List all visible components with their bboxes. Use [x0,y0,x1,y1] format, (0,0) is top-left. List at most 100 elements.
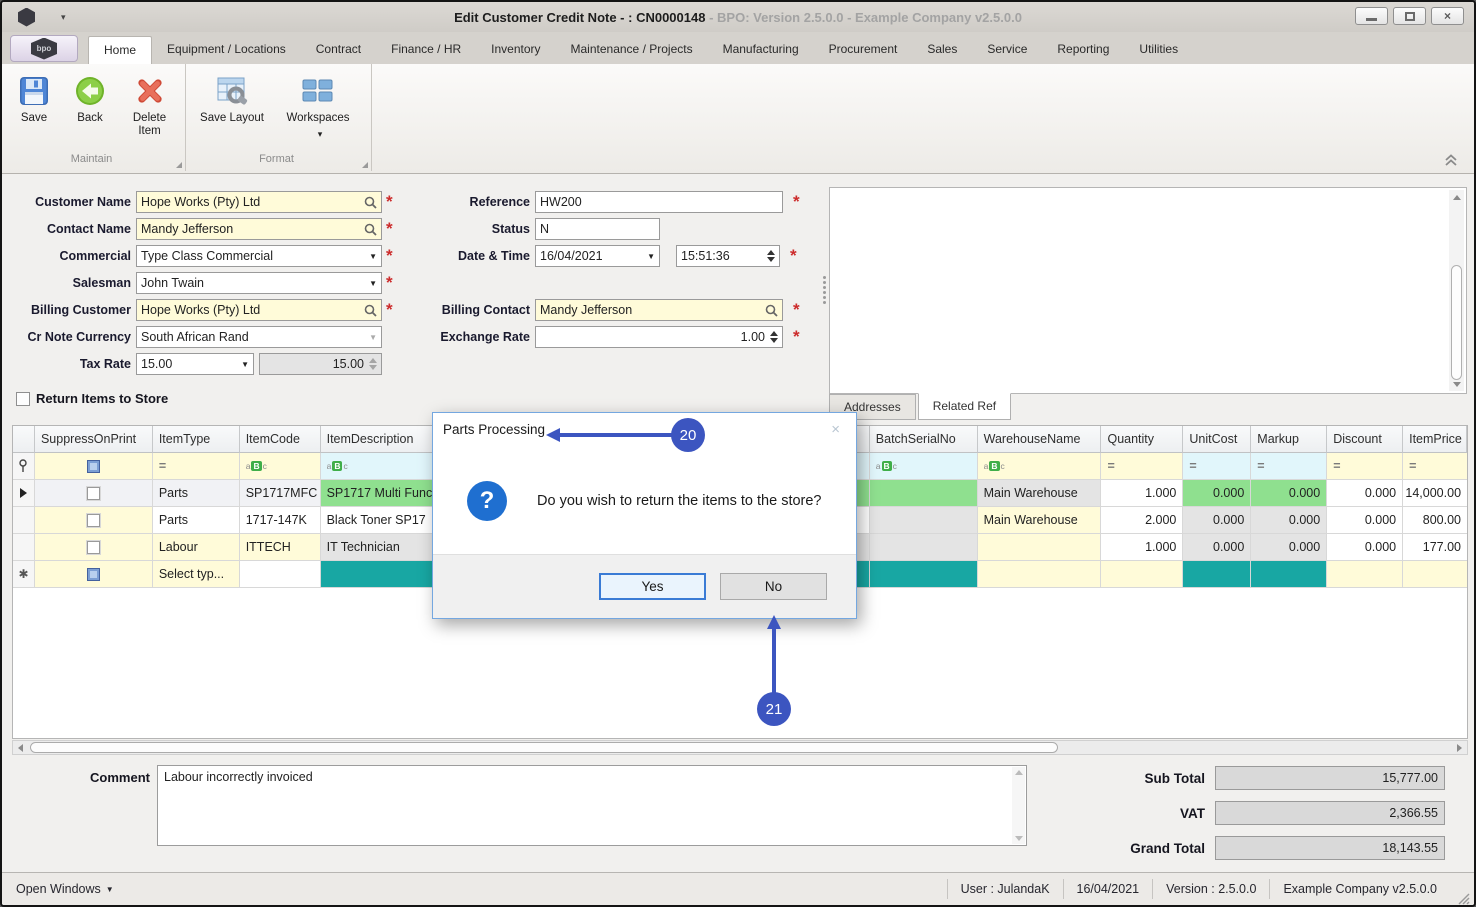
back-button[interactable]: Back [64,70,116,129]
cell-batchserialno[interactable] [869,480,978,507]
header-quantity[interactable]: Quantity [1101,426,1184,453]
cell-quantity[interactable]: 2.000 [1101,507,1184,534]
cell-batchserialno[interactable] [869,561,978,588]
checkbox-icon[interactable] [86,540,100,554]
cell-discount[interactable]: 0.000 [1327,507,1404,534]
header-unitcost[interactable]: UnitCost [1183,426,1252,453]
cell-itemcode[interactable]: ITTECH [239,534,321,561]
date-input[interactable]: 16/04/2021 ▼ [535,245,660,267]
cell-itemtype[interactable]: Parts [152,507,240,534]
checkbox-icon[interactable] [86,486,100,500]
header-itemtype[interactable]: ItemType [152,426,240,453]
header-discount[interactable]: Discount [1327,426,1404,453]
header-itemprice[interactable]: ItemPrice [1403,426,1468,453]
scroll-down-icon[interactable] [1449,377,1464,391]
cell-itemprice[interactable] [1403,561,1468,588]
time-input[interactable]: 15:51:36 [676,245,780,267]
cell-quantity[interactable] [1101,561,1184,588]
tab-finance-hr[interactable]: Finance / HR [376,36,476,64]
cell-suppress[interactable] [34,480,153,507]
cell-warehousename[interactable]: Main Warehouse [977,480,1102,507]
tab-service[interactable]: Service [972,36,1042,64]
filter-itemtype[interactable]: = [152,453,240,480]
cell-markup[interactable]: 0.000 [1251,507,1328,534]
commercial-select[interactable]: Type Class Commercial ▼ [136,245,382,267]
format-dialog-launcher[interactable] [362,162,368,168]
filter-batchserialno[interactable]: aBc [869,453,978,480]
cell-discount[interactable]: 0.000 [1327,534,1404,561]
save-button[interactable]: Save [8,70,60,129]
tab-equipment-locations[interactable]: Equipment / Locations [152,36,301,64]
cell-warehousename[interactable]: Main Warehouse [977,507,1102,534]
minimize-button[interactable] [1355,7,1388,25]
filter-suppressonprint[interactable] [34,453,153,480]
cell-unitcost[interactable]: 0.000 [1183,534,1252,561]
tab-manufacturing[interactable]: Manufacturing [708,36,814,64]
scrollbar-thumb[interactable] [1451,265,1462,380]
tab-sales[interactable]: Sales [912,36,972,64]
tab-related-ref[interactable]: Related Ref [917,393,1012,420]
header-markup[interactable]: Markup [1251,426,1328,453]
checkbox-icon[interactable] [86,567,100,581]
tab-procurement[interactable]: Procurement [814,36,913,64]
cell-unitcost[interactable]: 0.000 [1183,480,1252,507]
scroll-up-icon[interactable] [1014,770,1023,775]
search-icon[interactable] [364,304,377,317]
filter-markup[interactable]: = [1251,453,1328,480]
scroll-right-icon[interactable] [1452,741,1467,754]
comment-scrollbar[interactable] [1012,767,1025,844]
dialog-close-icon[interactable]: × [825,419,846,440]
tab-contract[interactable]: Contract [301,36,376,64]
search-icon[interactable] [765,304,778,317]
tab-inventory[interactable]: Inventory [476,36,555,64]
cell-suppress[interactable] [34,507,153,534]
comment-textarea[interactable]: Labour incorrectly invoiced [157,765,1027,846]
cell-discount[interactable]: 0.000 [1327,480,1404,507]
cell-itemprice[interactable]: 177.00 [1403,534,1468,561]
workspaces-button[interactable]: Workspaces ▾ [276,70,360,144]
cell-suppress[interactable] [34,561,153,588]
cell-quantity[interactable]: 1.000 [1101,534,1184,561]
billing-contact-input[interactable]: Mandy Jefferson [535,299,783,321]
yes-button[interactable]: Yes [599,573,706,600]
scroll-down-icon[interactable] [1014,836,1023,841]
spinner-icon[interactable] [765,331,778,343]
cell-markup[interactable]: 0.000 [1251,534,1328,561]
search-icon[interactable] [364,223,377,236]
scrollbar-thumb[interactable] [30,742,1058,753]
filter-itemcode[interactable]: aBc [239,453,321,480]
reference-input[interactable]: HW200 [535,191,783,213]
app-icon[interactable] [18,7,35,27]
cell-unitcost[interactable]: 0.000 [1183,507,1252,534]
exchange-rate-input[interactable]: 1.00 [535,326,783,348]
cell-warehousename[interactable] [977,534,1102,561]
filter-itemprice[interactable]: = [1403,453,1468,480]
cell-warehousename[interactable] [977,561,1102,588]
resize-grip-icon[interactable] [1456,891,1470,905]
scroll-left-icon[interactable] [13,741,28,754]
contact-name-input[interactable]: Mandy Jefferson [136,218,382,240]
filter-unitcost[interactable]: = [1183,453,1252,480]
billing-customer-input[interactable]: Hope Works (Pty) Ltd [136,299,382,321]
return-items-checkbox-row[interactable]: Return Items to Store [16,391,168,406]
cell-markup[interactable]: 0.000 [1251,480,1328,507]
panel-scrollbar[interactable] [1449,190,1464,391]
tab-home[interactable]: Home [88,36,153,64]
delete-item-button[interactable]: Delete Item [120,70,179,142]
salesman-select[interactable]: John Twain ▼ [136,272,382,294]
header-batchserialno[interactable]: BatchSerialNo [869,426,978,453]
customer-name-input[interactable]: Hope Works (Pty) Ltd [136,191,382,213]
cell-itemcode[interactable]: 1717-147K [239,507,321,534]
cell-itemtype[interactable]: Select typ... [152,561,240,588]
tab-reporting[interactable]: Reporting [1042,36,1124,64]
collapse-ribbon-icon[interactable] [1442,153,1460,167]
no-button[interactable]: No [720,573,827,600]
close-button[interactable]: × [1431,7,1464,25]
grid-horizontal-scrollbar[interactable] [12,740,1468,755]
filter-discount[interactable]: = [1327,453,1404,480]
return-items-checkbox[interactable] [16,391,30,406]
checkbox-icon[interactable] [86,513,100,527]
cell-discount[interactable] [1327,561,1404,588]
cell-itemprice[interactable]: 800.00 [1403,507,1468,534]
maximize-button[interactable] [1393,7,1426,25]
